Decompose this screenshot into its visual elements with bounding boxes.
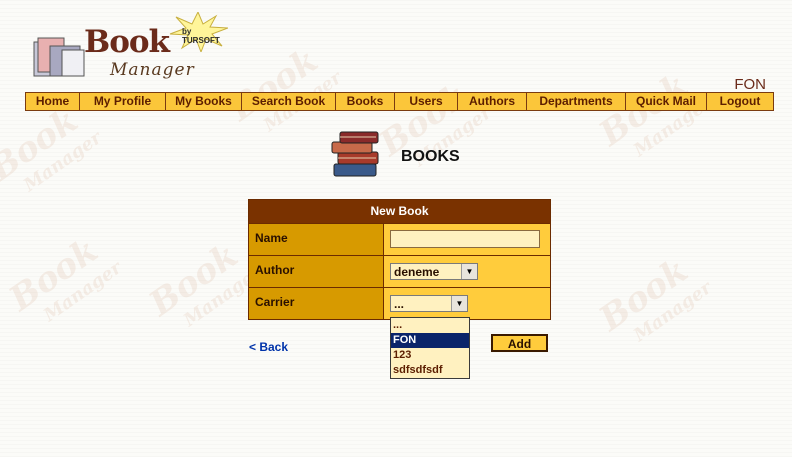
carrier-select[interactable]: ... ▼	[390, 295, 468, 312]
app-logo[interactable]: Book by TURSOFT Manager	[28, 12, 228, 90]
carrier-dropdown-list: ... FON 123 sdfsdfsdf	[390, 317, 470, 379]
watermark-logo: BookManager	[2, 230, 126, 327]
nav-quick-mail[interactable]: Quick Mail	[626, 93, 707, 110]
author-label: Author	[249, 256, 384, 287]
author-row: Author deneme ▼	[249, 255, 550, 287]
nav-authors[interactable]: Authors	[458, 93, 527, 110]
logo-subtitle: Manager	[110, 60, 195, 80]
watermark-logo: BookManager	[592, 65, 716, 162]
nav-departments[interactable]: Departments	[527, 93, 626, 110]
carrier-option[interactable]: ...	[391, 318, 469, 333]
nav-search-book[interactable]: Search Book	[242, 93, 336, 110]
nav-my-books[interactable]: My Books	[166, 93, 242, 110]
chevron-down-icon[interactable]: ▼	[461, 264, 477, 279]
nav-books[interactable]: Books	[336, 93, 395, 110]
books-icon	[331, 131, 379, 177]
logo-byline: by TURSOFT	[182, 27, 220, 45]
carrier-selected-value: ...	[394, 297, 405, 311]
author-selected-value: deneme	[394, 265, 440, 279]
back-link[interactable]: < Back	[249, 340, 288, 354]
add-button[interactable]: Add	[491, 334, 548, 352]
nav-logout[interactable]: Logout	[707, 93, 773, 110]
form-header: New Book	[249, 200, 550, 223]
new-book-form: New Book Name Author deneme ▼ Carrier ..…	[248, 199, 551, 320]
watermark-logo: BookManager	[592, 250, 716, 347]
carrier-row: Carrier ... ▼	[249, 287, 550, 319]
name-row: Name	[249, 223, 550, 255]
watermark-logo: BookManager	[0, 100, 106, 197]
main-nav: Home My Profile My Books Search Book Boo…	[25, 92, 774, 111]
name-label: Name	[249, 224, 384, 255]
logo-title: Book	[84, 24, 170, 60]
carrier-option[interactable]: sdfsdfsdf	[391, 363, 469, 378]
carrier-label: Carrier	[249, 288, 384, 319]
carrier-option-highlighted[interactable]: FON	[391, 333, 469, 348]
nav-users[interactable]: Users	[395, 93, 458, 110]
nav-my-profile[interactable]: My Profile	[80, 93, 166, 110]
chevron-down-icon[interactable]: ▼	[451, 296, 467, 311]
page-title: BOOKS	[401, 148, 460, 165]
nav-home[interactable]: Home	[26, 93, 80, 110]
current-user: FON	[734, 76, 766, 93]
carrier-option[interactable]: 123	[391, 348, 469, 363]
name-input[interactable]	[390, 230, 540, 248]
watermark-logo: BookManager	[222, 40, 345, 136]
author-select[interactable]: deneme ▼	[390, 263, 478, 280]
